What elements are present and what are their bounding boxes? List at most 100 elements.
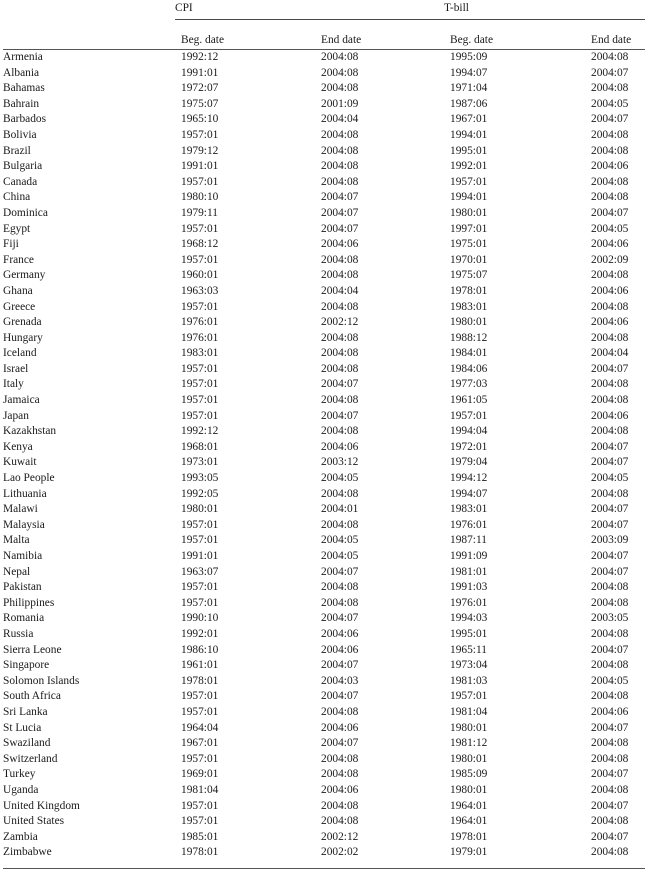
cell-tbill-beg-date: 1980:01 [450,721,488,734]
cell-cpi-beg-date: 1981:04 [181,783,219,796]
cell-country: Bahrain [3,97,40,110]
cell-tbill-end-date: 2004:07 [591,206,629,219]
cell-country: Bahamas [3,82,45,95]
cell-cpi-beg-date: 1957:01 [181,394,219,407]
column-group-row: CPI T-bill [3,0,645,20]
cell-cpi-beg-date: 1961:01 [181,659,219,672]
cell-country: Kenya [3,440,33,453]
cell-cpi-end-date: 2004:05 [321,550,359,562]
cell-country: Philippines [3,596,55,609]
cell-tbill-end-date: 2004:06 [591,160,629,173]
cell-cpi-end-date: 2004:08 [321,705,359,718]
cell-cpi-beg-date: 1968:12 [181,238,219,251]
table-row: Nepal 1963:07 2004:07 1981:01 2004:07 [3,565,645,581]
cell-tbill-end-date: 2004:06 [591,238,629,251]
cell-cpi-beg-date: 1975:07 [181,97,219,110]
table-row: Philippines 1957:01 2004:08 1976:01 2004:08 [3,596,645,612]
cell-tbill-beg-date: 1983:01 [450,300,488,313]
cell-country: Pakistan [3,581,42,594]
cell-tbill-end-date: 2004:08 [591,144,629,157]
cell-cpi-beg-date: 1957:01 [181,518,219,531]
cell-tbill-beg-date: 1984:06 [450,362,488,375]
cell-tbill-end-date: 2004:08 [591,191,629,204]
group-header-tbill: T-bill [444,0,645,20]
table-row: Namibia 1991:01 2004:05 1991:09 2004:07 [3,549,645,565]
cell-tbill-beg-date: 1994:12 [450,472,488,485]
cell-cpi-end-date: 2004:07 [321,409,359,422]
cell-tbill-beg-date: 1978:01 [450,830,488,843]
cell-country: Greece [3,300,36,313]
cell-cpi-beg-date: 1957:01 [181,253,219,266]
table-row: Lithuania 1992:05 2004:08 1994:07 2004:08 [3,487,645,503]
cell-country: United Kingdom [3,799,80,812]
cell-country: Bolivia [3,128,37,141]
table-row: Zambia 1985:01 2002:12 1978:01 2004:07 [3,830,645,846]
cell-cpi-beg-date: 1993:05 [181,472,219,485]
cell-cpi-beg-date: 1991:01 [181,550,219,562]
cell-tbill-end-date: 2004:07 [591,565,629,578]
cell-tbill-end-date: 2004:08 [591,128,629,141]
cell-cpi-beg-date: 1957:01 [181,175,219,188]
cell-cpi-end-date: 2004:08 [321,362,359,375]
cell-tbill-end-date: 2004:06 [591,284,629,297]
cell-cpi-end-date: 2004:08 [321,128,359,141]
cell-tbill-end-date: 2003:05 [591,612,629,625]
table-row: Kenya 1968:01 2004:06 1972:01 2004:07 [3,440,645,456]
cell-tbill-end-date: 2004:07 [591,643,629,656]
cell-cpi-end-date: 2002:12 [321,316,359,329]
cell-country: Nepal [3,565,31,578]
cell-tbill-beg-date: 1980:01 [450,752,488,765]
cell-cpi-beg-date: 1964:04 [181,721,219,734]
cell-tbill-end-date: 2004:07 [591,550,629,562]
cell-tbill-end-date: 2002:09 [591,253,629,266]
cell-cpi-end-date: 2004:06 [321,721,359,734]
cell-tbill-end-date: 2004:07 [591,362,629,375]
cell-country: Zimbabwe [3,845,175,869]
cell-country: Singapore [3,659,50,672]
cell-tbill-end-date: 2004:07 [591,440,629,453]
cell-cpi-end-date: 2004:08 [321,596,359,609]
table-row: Iceland 1983:01 2004:08 1984:01 2004:04 [3,346,645,362]
cell-tbill-beg-date: 1994:01 [450,191,488,204]
cell-country: Sierra Leone [3,643,62,656]
cell-tbill-end-date: 2004:08 [591,659,629,672]
cell-cpi-end-date: 2004:08 [321,581,359,594]
col-header-tbill-beg-date: Beg. date [444,19,586,50]
cell-cpi-beg-date: 1957:01 [181,534,219,547]
cell-tbill-end-date: 2004:05 [591,674,629,687]
cell-country: Japan [3,409,29,422]
table-row: United Kingdom 1957:01 2004:08 1964:01 2004:… [3,799,645,815]
group-label-tbill: T-bill [444,2,469,14]
col-header-country [3,19,175,50]
table-row: Singapore 1961:01 2004:07 1973:04 2004:08 [3,658,645,674]
cell-country: Uganda [3,783,39,796]
cell-country: Sri Lanka [3,705,48,718]
cell-tbill-beg-date: 1981:01 [450,565,488,578]
cell-tbill-end-date: 2004:08 [591,690,629,703]
cell-tbill-beg-date: 1977:03 [450,378,488,391]
cell-country: Malaysia [3,518,45,531]
cell-tbill-beg-date: 1976:01 [450,596,488,609]
cell-tbill-beg-date: 1995:01 [450,627,488,640]
cell-cpi-beg-date: 1972:07 [181,82,219,95]
cell-cpi-beg-date: 1957:01 [181,752,219,765]
cell-cpi-beg-date: 1957:01 [181,128,219,141]
cell-cpi-end-date: 2004:07 [321,690,359,703]
table-row: Armenia 1992:12 2004:08 1995:09 2004:08 [3,50,645,66]
cell-tbill-beg-date: 1997:01 [450,222,488,235]
cell-cpi-beg-date: 1957:01 [181,378,219,391]
cell-cpi-beg-date: 1957:01 [181,409,219,422]
cell-tbill-beg-date: 1979:01 [444,845,586,869]
cell-tbill-beg-date: 1976:01 [450,518,488,531]
cell-tbill-beg-date: 1978:01 [450,284,488,297]
cell-country: Israel [3,362,29,375]
table-row: Malaysia 1957:01 2004:08 1976:01 2004:07 [3,518,645,534]
cell-country: Switzerland [3,752,58,765]
cell-tbill-end-date: 2004:08 [591,596,629,609]
cell-cpi-end-date: 2003:12 [321,456,359,469]
cell-country: Bulgaria [3,160,43,173]
cell-cpi-end-date: 2004:04 [321,284,359,297]
cell-tbill-beg-date: 1980:01 [450,316,488,329]
cell-country: Malawi [3,503,38,516]
table-sheet: CPI T-bill Beg. date End date Beg. date … [0,0,645,869]
